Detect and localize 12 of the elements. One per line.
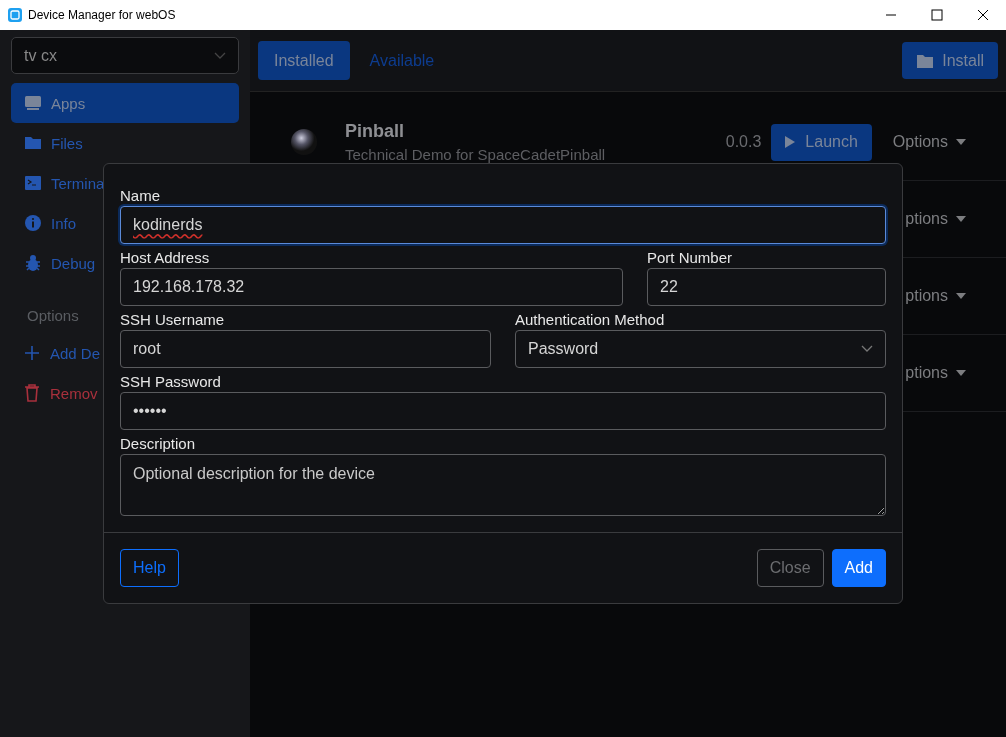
- field-label: Authentication Method: [515, 310, 666, 330]
- field-label: Host Address: [120, 248, 211, 268]
- window-title: Device Manager for webOS: [28, 8, 176, 22]
- field-label: Name: [120, 186, 161, 206]
- app-description: Technical Demo for SpaceCadetPinball: [345, 146, 606, 163]
- app-name: Pinball: [345, 121, 405, 142]
- section-heading: Options: [27, 307, 79, 326]
- field-label: Description: [120, 434, 197, 454]
- app-version: 0.0.3: [725, 133, 762, 151]
- field-label: SSH Password: [120, 372, 222, 392]
- field-label: Port Number: [647, 248, 734, 268]
- field-label: SSH Username: [120, 310, 226, 330]
